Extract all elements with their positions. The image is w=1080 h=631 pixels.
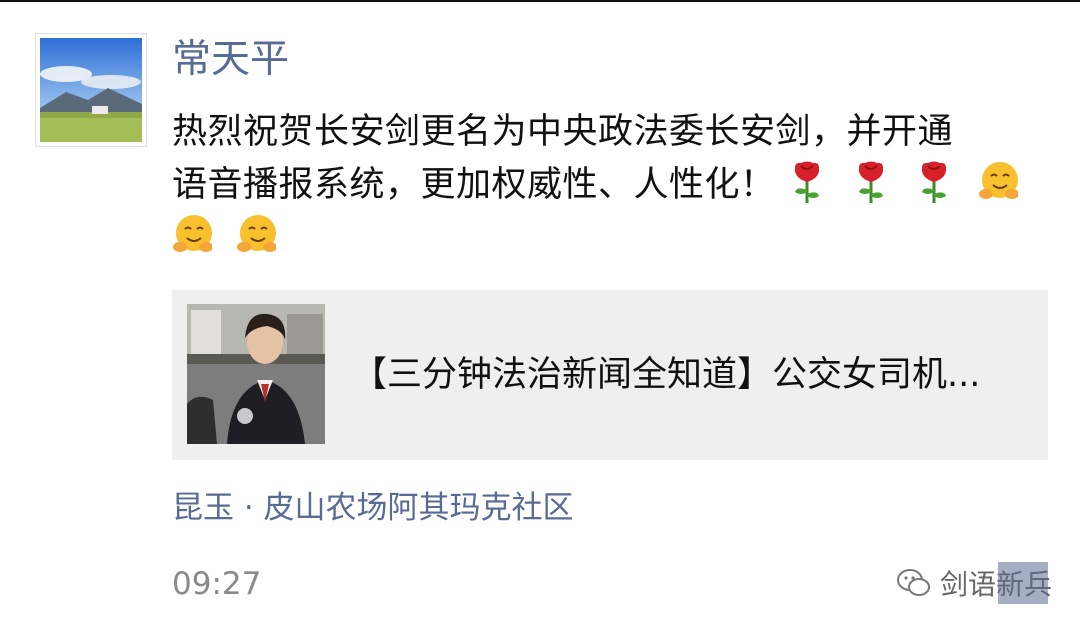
- watermark-overlay: [998, 562, 1048, 604]
- location-label[interactable]: 昆玉 · 皮山农场阿其玛克社区: [172, 487, 574, 529]
- shared-link-card[interactable]: 【三分钟法治新闻全知道】公交女司机...: [172, 290, 1048, 460]
- post-text: 热烈祝贺长安剑更名为中央政法委长安剑，并开通 语音播报系统，更加权威性、人性化！: [172, 106, 1042, 265]
- link-thumbnail: [187, 304, 325, 444]
- username[interactable]: 常天平: [172, 36, 289, 84]
- top-divider: [0, 0, 1080, 2]
- hugging-face-emoji: [978, 160, 1019, 204]
- post-time: 09:27: [172, 566, 262, 602]
- rose-emoji: [787, 160, 827, 204]
- post-text-line1: 热烈祝贺长安剑更名为中央政法委长安剑，并开通: [172, 112, 954, 152]
- link-title: 【三分钟法治新闻全知道】公交女司机...: [352, 355, 981, 395]
- wechat-icon: [897, 569, 930, 596]
- post-text-line2-wrap: 语音播报系统，更加权威性、人性化！: [172, 159, 1042, 212]
- hugging-face-emoji: [172, 213, 212, 257]
- rose-emoji: [851, 160, 891, 204]
- post-text-line2: 语音播报系统，更加权威性、人性化！: [172, 165, 776, 205]
- rose-emoji: [914, 160, 954, 204]
- post-text-line3: [172, 215, 288, 258]
- avatar[interactable]: [35, 33, 147, 147]
- hugging-face-emoji: [236, 213, 276, 257]
